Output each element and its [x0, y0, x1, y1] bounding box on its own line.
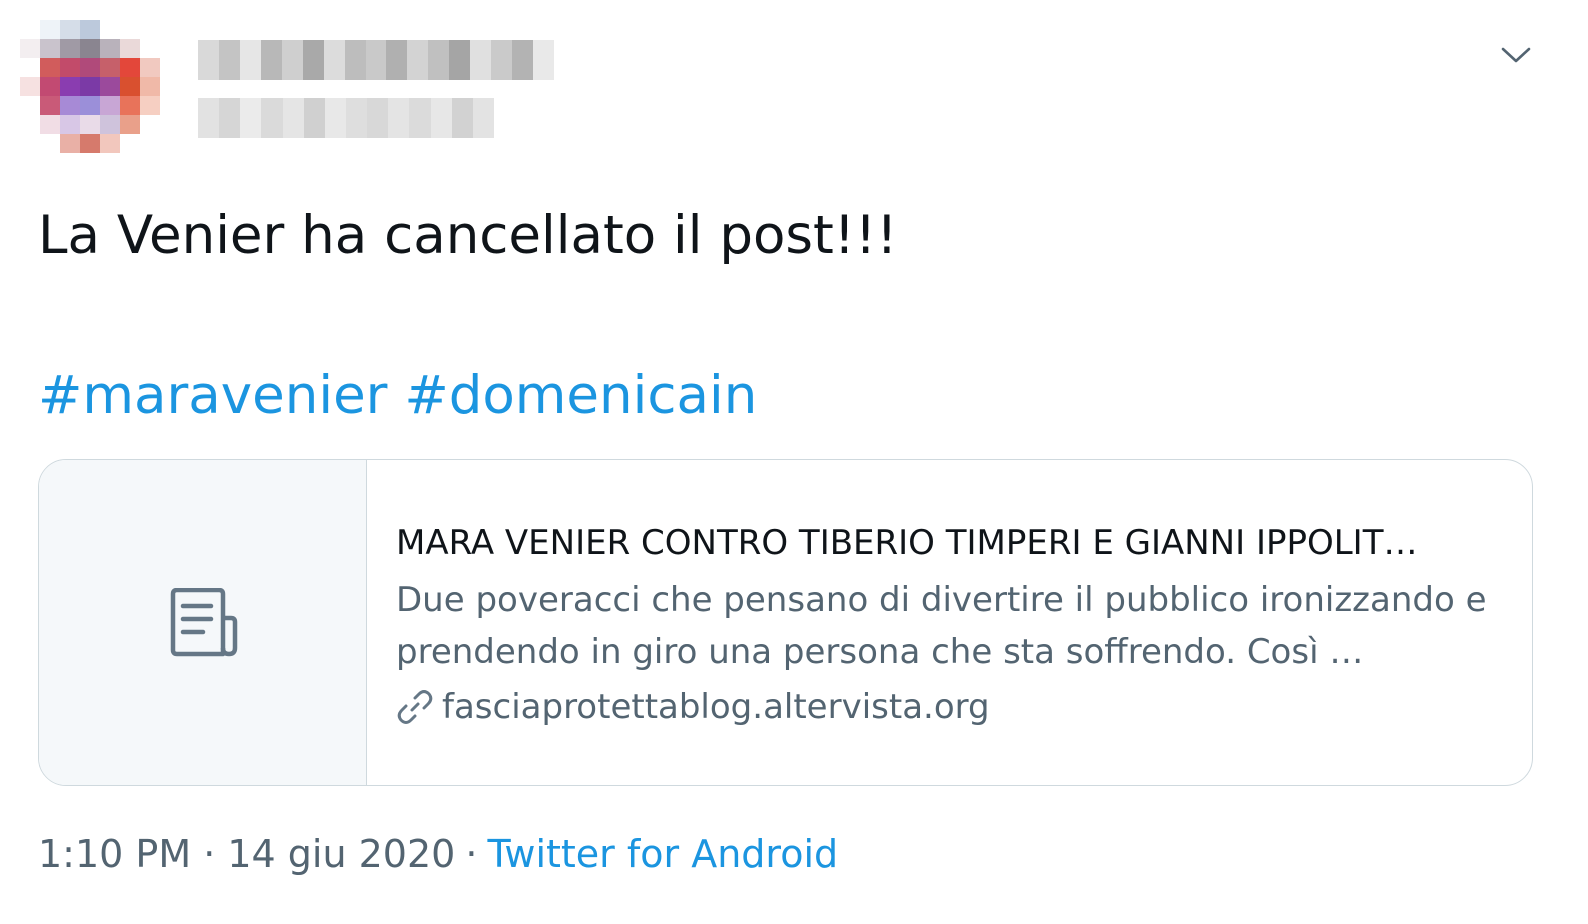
card-domain: fasciaprotettablog.altervista.org: [442, 687, 990, 727]
tweet-timestamp[interactable]: 1:10 PM · 14 giu 2020: [38, 832, 455, 876]
avatar[interactable]: [20, 20, 180, 153]
link-preview-card[interactable]: MARA VENIER CONTRO TIBERIO TIMPERI E GIA…: [38, 459, 1533, 786]
tweet-source-link[interactable]: Twitter for Android: [487, 832, 838, 876]
link-icon: [396, 688, 434, 726]
card-description: Due poveracci che pensano di divertire i…: [396, 580, 1487, 672]
tweet: La Venier ha cancellato il post!!! #mara…: [0, 0, 1588, 924]
tweet-hashtags: #maravenier #domenicain: [38, 360, 757, 432]
meta-separator: ·: [465, 832, 478, 876]
tweet-meta: 1:10 PM · 14 giu 2020 · Twitter for Androi…: [38, 826, 838, 882]
hashtag-link[interactable]: #domenicain: [404, 365, 757, 426]
blurred-user-handle: [198, 98, 494, 138]
card-body: MARA VENIER CONTRO TIBERIO TIMPERI E GIA…: [396, 520, 1506, 730]
card-domain-row: fasciaprotettablog.altervista.org: [396, 684, 1506, 730]
card-thumbnail: [39, 460, 367, 785]
card-title: MARA VENIER CONTRO TIBERIO TIMPERI E GIA…: [396, 523, 1418, 563]
tweet-text: La Venier ha cancellato il post!!!: [38, 205, 898, 266]
more-menu-button[interactable]: [1496, 40, 1536, 70]
blurred-display-name[interactable]: [198, 40, 554, 80]
article-icon: [170, 587, 237, 656]
hashtag-link[interactable]: #maravenier: [38, 365, 387, 426]
chevron-down-icon: [1501, 47, 1531, 63]
